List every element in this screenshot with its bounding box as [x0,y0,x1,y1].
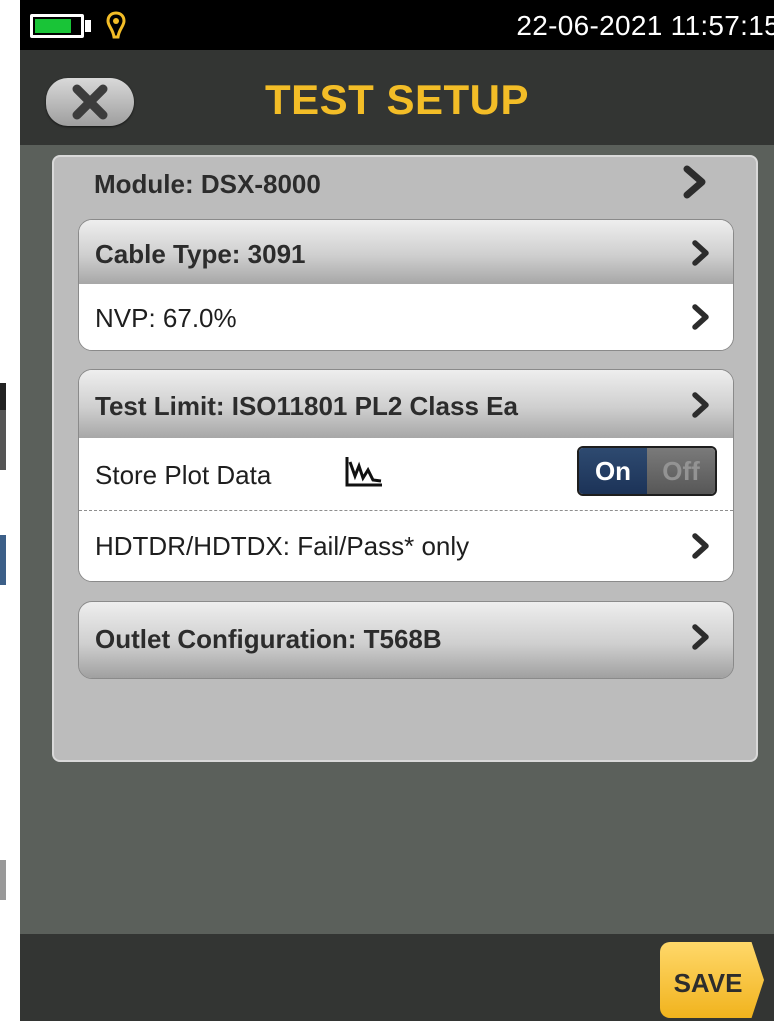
cable-type-row[interactable]: Cable Type: 3091 [79,220,733,284]
nvp-row[interactable]: NVP: 67.0% [79,284,733,350]
save-button[interactable]: SAVE [660,942,764,1018]
test-limit-row[interactable]: Test Limit: ISO11801 PL2 Class Ea [79,370,733,438]
store-plot-toggle[interactable]: On Off [577,446,717,496]
toggle-on[interactable]: On [579,448,647,494]
cable-type-label: Cable Type: 3091 [95,239,306,269]
bottom-bar: SAVE [20,934,774,1021]
hdtdr-row[interactable]: HDTDR/HDTDX: Fail/Pass* only [79,510,733,581]
module-label: Module: DSX-8000 [94,169,321,199]
chevron-right-icon [692,392,709,418]
battery-icon [30,14,84,38]
store-plot-label: Store Plot Data [95,460,272,490]
background-window-strip [0,0,20,1021]
device-screen: 22-06-2021 11:57:15 TEST SETUP Module: D… [20,0,774,1021]
module-row[interactable]: Module: DSX-8000 [54,157,756,213]
settings-panel: Module: DSX-8000 Cable Type: 3091 NVP: 6… [52,155,758,762]
cable-card: Cable Type: 3091 NVP: 67.0% [78,219,734,351]
title-bar: TEST SETUP [20,50,774,145]
battery-tip [85,20,91,32]
chevron-right-icon [692,533,709,559]
chevron-right-icon [692,304,709,330]
chevron-right-icon [683,165,706,199]
outlet-card: Outlet Configuration: T568B [78,601,734,679]
hdtdr-label: HDTDR/HDTDX: Fail/Pass* only [95,531,470,561]
datetime: 22-06-2021 11:57:15 [516,10,774,41]
chevron-right-icon [692,624,709,650]
store-plot-row: Store Plot Data On Off [79,438,733,510]
location-pin-icon [106,11,126,39]
chevron-right-icon [692,240,709,266]
status-bar: 22-06-2021 11:57:15 [20,0,774,50]
outlet-configuration-label: Outlet Configuration: T568B [95,624,442,654]
nvp-label: NVP: 67.0% [95,303,237,333]
toggle-off[interactable]: Off [647,448,715,494]
test-limit-label: Test Limit: ISO11801 PL2 Class Ea [95,391,518,421]
page-title: TEST SETUP [264,76,530,123]
outlet-configuration-row[interactable]: Outlet Configuration: T568B [79,602,733,678]
plot-data-icon [345,457,382,487]
test-limit-card: Test Limit: ISO11801 PL2 Class Ea Store … [78,369,734,582]
